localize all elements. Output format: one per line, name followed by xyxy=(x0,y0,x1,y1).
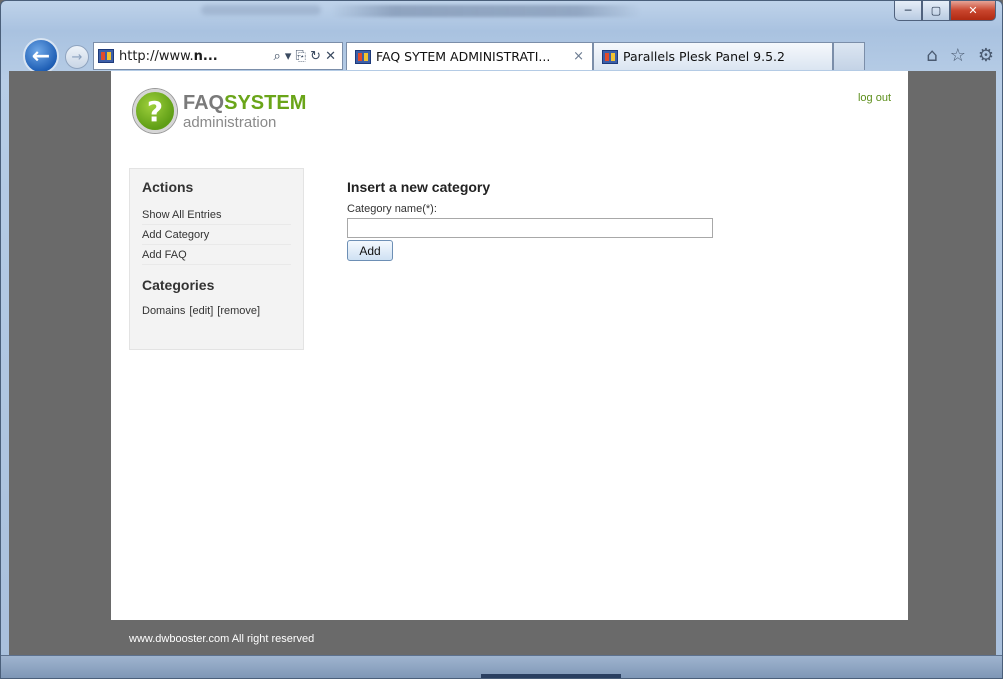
back-button[interactable]: ← xyxy=(23,38,59,74)
faq-system-logo: ? FAQSYSTEM administration xyxy=(133,89,306,133)
settings-gear-icon[interactable]: ⚙ xyxy=(978,45,994,66)
title-blur xyxy=(331,5,641,17)
address-bar-icons[interactable]: ⌕ ▾ ⎘ ↻ ✕ xyxy=(273,49,342,64)
logo-subtitle: administration xyxy=(183,113,277,131)
category-name-input[interactable] xyxy=(347,218,713,238)
url-prefix: http://www. xyxy=(119,48,194,64)
tab-favicon-icon xyxy=(355,49,371,64)
back-arrow-icon: ← xyxy=(31,43,51,69)
category-remove-link[interactable]: [remove] xyxy=(217,305,260,317)
categories-heading: Categories xyxy=(142,277,215,293)
logo-system: SYSTEM xyxy=(224,91,307,114)
category-name-label: Category name(*): xyxy=(347,203,437,215)
address-bar[interactable]: http://www.n... ⌕ ▾ ⎘ ↻ ✕ xyxy=(93,42,343,70)
category-row: Domains [edit] [remove] xyxy=(142,305,291,317)
logout-link[interactable]: log out xyxy=(858,92,891,104)
tab-plesk[interactable]: Parallels Plesk Panel 9.5.2 xyxy=(593,42,833,70)
category-name: Domains xyxy=(142,305,186,317)
forward-arrow-icon: → xyxy=(71,49,83,65)
actions-heading: Actions xyxy=(142,179,194,195)
logo-text: FAQSYSTEM administration xyxy=(183,93,306,130)
sidebar: Actions Show All Entries Add Category Ad… xyxy=(129,168,304,350)
question-mark-icon: ? xyxy=(133,89,177,133)
logo-faq: FAQ xyxy=(183,91,225,114)
footer-text: www.dwbooster.com All right reserved xyxy=(129,633,315,645)
add-faq-link[interactable]: Add FAQ xyxy=(142,245,291,265)
url-domain: n... xyxy=(193,48,218,64)
logo-title: FAQSYSTEM xyxy=(183,93,306,113)
browser-toolbar-icons: ⌂ ☆ ⚙ xyxy=(926,45,994,66)
page-title: Insert a new category xyxy=(347,179,491,195)
add-category-link[interactable]: Add Category xyxy=(142,225,291,245)
browser-window: ─ ▢ ✕ ← → http://www.n... ⌕ ▾ ⎘ ↻ ✕ FAQ … xyxy=(0,0,1003,679)
taskbar-glow xyxy=(481,674,621,678)
add-button[interactable]: Add xyxy=(347,240,393,261)
tab-close-icon[interactable]: × xyxy=(573,49,584,64)
minimize-button[interactable]: ─ xyxy=(894,1,922,21)
window-controls: ─ ▢ ✕ xyxy=(894,1,996,21)
close-window-button[interactable]: ✕ xyxy=(950,1,996,21)
forward-button[interactable]: → xyxy=(65,45,89,69)
favorites-star-icon[interactable]: ☆ xyxy=(950,45,966,66)
title-blur-left xyxy=(201,5,321,15)
new-tab-button[interactable] xyxy=(833,42,865,70)
site-favicon-icon xyxy=(98,49,114,63)
category-edit-link[interactable]: [edit] xyxy=(189,305,213,317)
tab-faq-admin[interactable]: FAQ SYTEM ADMINISTRATI... × xyxy=(346,42,593,70)
address-url[interactable]: http://www.n... xyxy=(119,49,218,64)
window-bottom-border xyxy=(1,655,1002,678)
tab-label: FAQ SYTEM ADMINISTRATI... xyxy=(376,49,551,64)
title-bar: ─ ▢ ✕ xyxy=(1,1,1002,35)
show-all-entries-link[interactable]: Show All Entries xyxy=(142,205,291,225)
page-viewport: ? FAQSYSTEM administration log out Actio… xyxy=(9,71,996,657)
tab-favicon-icon xyxy=(602,49,618,64)
maximize-button[interactable]: ▢ xyxy=(922,1,950,21)
page-container: ? FAQSYSTEM administration log out Actio… xyxy=(111,71,908,620)
tab-label: Parallels Plesk Panel 9.5.2 xyxy=(623,49,785,64)
home-icon[interactable]: ⌂ xyxy=(926,45,937,66)
main-content: Insert a new category Category name(*): … xyxy=(347,179,713,261)
